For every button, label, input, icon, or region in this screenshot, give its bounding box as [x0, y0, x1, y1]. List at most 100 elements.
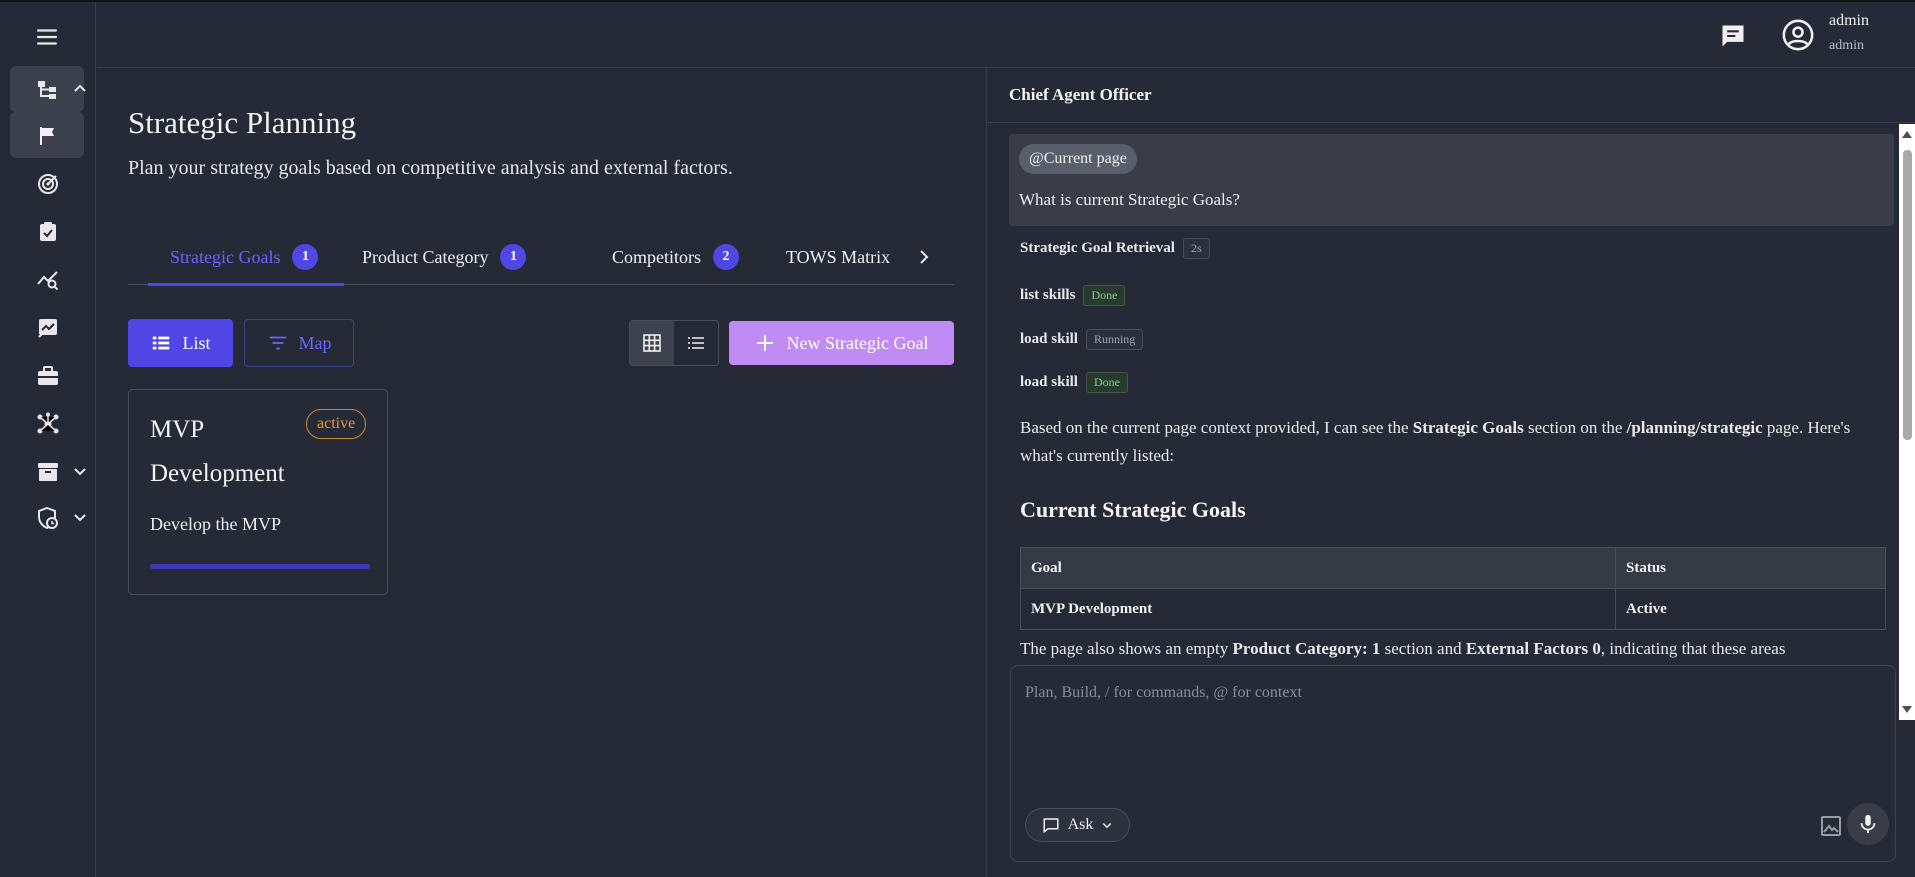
response-intro: Based on the current page context provid…	[1020, 418, 1851, 465]
new-goal-label: New Strategic Goal	[786, 332, 929, 353]
menu-icon[interactable]	[34, 24, 60, 50]
user-name: admin	[1829, 12, 1869, 29]
chat-scrollbar[interactable]	[1899, 124, 1915, 720]
step-status: Done	[1083, 285, 1126, 306]
tab-tows-matrix[interactable]: TOWS Matrix	[786, 229, 890, 285]
flag-icon	[36, 124, 60, 148]
list-icon	[686, 333, 706, 353]
scroll-down-arrow-icon[interactable]	[1902, 706, 1912, 713]
sidebar-item-archive[interactable]	[10, 448, 86, 494]
top-bar: admin admin	[97, 2, 1915, 68]
chat-composer: Ask	[1010, 665, 1896, 862]
image-upload-icon[interactable]	[1819, 814, 1843, 838]
table-header: Status	[1615, 547, 1886, 589]
list-label: List	[182, 332, 211, 353]
tool-step[interactable]: load skill Running	[1020, 329, 1144, 350]
chevron-down-icon	[1101, 819, 1113, 831]
table-cell: Active	[1615, 588, 1886, 630]
list-icon	[150, 332, 172, 354]
tool-step[interactable]: list skills Done	[1020, 285, 1126, 306]
goal-description: Develop the MVP	[150, 514, 281, 534]
chevron-up-icon	[72, 81, 88, 97]
sidebar-item-organization[interactable]	[10, 66, 86, 112]
tab-label: Competitors	[612, 246, 701, 267]
sidebar-item-goals[interactable]	[10, 160, 84, 206]
tab-competitors[interactable]: Competitors 2	[612, 229, 739, 285]
goal-progress-bar	[150, 564, 370, 569]
network-icon	[36, 412, 60, 436]
shield-clock-icon	[36, 506, 60, 530]
sidebar-item-compliance[interactable]	[10, 494, 86, 540]
tab-label: Strategic Goals	[170, 246, 281, 267]
hierarchy-icon	[36, 78, 60, 102]
chevron-down-icon	[72, 463, 88, 479]
context-chip[interactable]: @Current page	[1019, 144, 1137, 174]
filter-icon	[267, 332, 289, 354]
page-title: Strategic Planning	[128, 105, 357, 140]
archive-icon	[36, 460, 60, 484]
sidebar-item-reports[interactable]	[10, 304, 84, 350]
tab-label: Product Category	[362, 246, 489, 267]
step-label: load skill	[1020, 331, 1078, 347]
plus-icon	[755, 333, 775, 353]
page-subtitle: Plan your strategy goals based on compet…	[128, 157, 733, 179]
tool-step[interactable]: load skill Done	[1020, 372, 1128, 393]
briefcase-icon	[36, 364, 60, 388]
tab-bar: Strategic Goals 1 Product Category 1 Com…	[128, 229, 954, 286]
tab-strategic-goals[interactable]: Strategic Goals 1	[148, 229, 344, 286]
clipboard-check-icon	[36, 220, 60, 244]
layout-toggle	[629, 320, 719, 366]
grid-view-button[interactable]	[630, 321, 674, 365]
response-table: Goal Status MVP Development Active	[1020, 547, 1886, 630]
tab-count-badge: 1	[500, 244, 527, 270]
chat-icon[interactable]	[1719, 22, 1747, 50]
chat-messages: @Current page What is current Strategic …	[987, 124, 1899, 720]
microphone-icon	[1857, 813, 1879, 835]
main-content: Strategic Planning Plan your strategy go…	[97, 69, 986, 877]
map-view-button[interactable]: Map	[244, 319, 354, 367]
user-role: admin	[1829, 38, 1864, 53]
response-trailing-text: The page also shows an empty Product Cat…	[1020, 639, 1786, 658]
status-badge: active	[306, 409, 367, 439]
tab-product-category[interactable]: Product Category 1	[362, 229, 527, 285]
sidebar-item-portfolio[interactable]	[10, 352, 84, 398]
compact-list-view-button[interactable]	[674, 321, 718, 365]
mode-label: Ask	[1067, 816, 1094, 833]
goal-card[interactable]: MVP Development active Develop the MVP	[128, 389, 388, 595]
chat-input[interactable]	[1025, 678, 1875, 708]
mode-select-button[interactable]: Ask	[1025, 808, 1130, 842]
step-status: Done	[1085, 372, 1128, 393]
chevron-right-icon[interactable]	[914, 247, 934, 267]
scrollbar-thumb[interactable]	[1903, 150, 1912, 440]
map-label: Map	[298, 332, 332, 353]
user-avatar-icon[interactable]	[1781, 18, 1815, 52]
tab-count-badge: 1	[292, 244, 319, 270]
table-cell: MVP Development	[1020, 588, 1616, 630]
response-heading: Current Strategic Goals	[1020, 497, 1246, 522]
table-row: MVP Development Active	[1020, 588, 1886, 630]
chat-bubble-icon	[1042, 816, 1060, 834]
chat-panel: Chief Agent Officer @Current page What i…	[986, 69, 1915, 877]
chat-title: Chief Agent Officer	[987, 69, 1915, 123]
tab-label: TOWS Matrix	[786, 246, 891, 267]
step-label: list skills	[1020, 287, 1076, 303]
step-label: load skill	[1020, 374, 1078, 390]
list-view-button[interactable]: List	[128, 319, 233, 367]
step-status: Running	[1085, 329, 1144, 350]
sidebar-item-network[interactable]	[10, 400, 84, 446]
new-strategic-goal-button[interactable]: New Strategic Goal	[729, 321, 954, 365]
sidebar	[0, 2, 96, 877]
sidebar-item-analysis[interactable]	[10, 256, 84, 302]
tool-step[interactable]: Strategic Goal Retrieval 2s	[1020, 238, 1210, 259]
scroll-up-arrow-icon[interactable]	[1902, 131, 1912, 138]
chart-search-icon	[36, 268, 60, 292]
step-label: Strategic Goal Retrieval	[1020, 240, 1175, 256]
user-message: @Current page What is current Strategic …	[1009, 134, 1894, 226]
sidebar-item-strategic-planning[interactable]	[10, 112, 84, 158]
tab-count-badge: 2	[713, 244, 739, 270]
table-header: Goal	[1020, 547, 1616, 589]
user-message-text: What is current Strategic Goals?	[1019, 190, 1240, 209]
sidebar-item-tasks[interactable]	[10, 208, 84, 254]
microphone-button[interactable]	[1847, 803, 1889, 845]
table-header-row: Goal Status	[1020, 547, 1886, 589]
